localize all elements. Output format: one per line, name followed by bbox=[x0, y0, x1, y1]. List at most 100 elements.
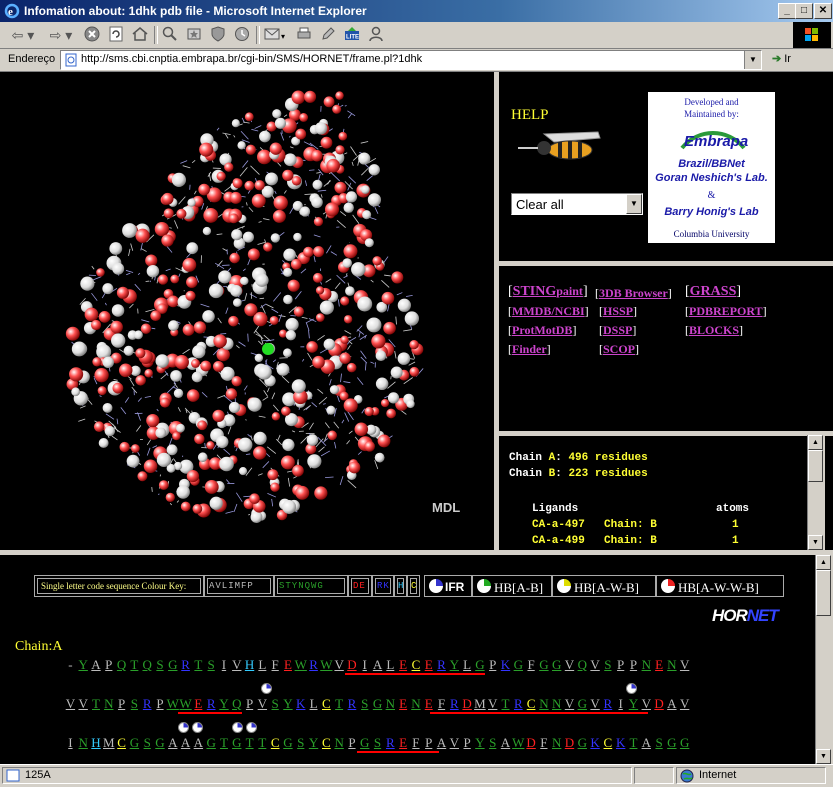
residue[interactable]: P bbox=[102, 657, 115, 673]
history-button[interactable] bbox=[232, 25, 252, 45]
residue[interactable]: Y bbox=[77, 657, 90, 673]
minimize-button[interactable]: _ bbox=[778, 3, 796, 19]
residue[interactable]: T bbox=[333, 696, 346, 712]
residue[interactable]: T bbox=[243, 735, 256, 751]
residue[interactable]: R bbox=[179, 657, 192, 673]
residue[interactable]: A bbox=[90, 657, 103, 673]
residue[interactable]: V bbox=[563, 696, 576, 712]
select-dropdown-button[interactable]: ▼ bbox=[626, 194, 642, 214]
back-button[interactable]: ⇦ ▾ bbox=[6, 25, 40, 45]
residue[interactable]: F bbox=[525, 657, 538, 673]
favorites-button[interactable] bbox=[184, 25, 204, 45]
residue[interactable]: A bbox=[499, 735, 512, 751]
scroll-down-button[interactable]: ▼ bbox=[808, 535, 823, 550]
residue[interactable]: T bbox=[90, 696, 103, 712]
residue[interactable]: L bbox=[256, 657, 269, 673]
blocks-link[interactable]: [BLOCKS] bbox=[685, 323, 743, 338]
finder-link[interactable]: [Finder] bbox=[508, 342, 551, 357]
residue[interactable]: R bbox=[205, 696, 218, 712]
residue[interactable]: S bbox=[653, 735, 666, 751]
residue[interactable]: N bbox=[537, 696, 550, 712]
residue[interactable]: - bbox=[64, 657, 77, 673]
residue[interactable]: G bbox=[230, 735, 243, 751]
home-button[interactable] bbox=[130, 25, 150, 45]
residue[interactable]: V bbox=[64, 696, 77, 712]
residue[interactable]: Y bbox=[282, 696, 295, 712]
residue[interactable]: M bbox=[102, 735, 115, 751]
residue[interactable]: N bbox=[77, 735, 90, 751]
residue[interactable]: D bbox=[525, 735, 538, 751]
residue[interactable]: P bbox=[486, 657, 499, 673]
residue[interactable]: G bbox=[512, 657, 525, 673]
residue[interactable]: A bbox=[435, 735, 448, 751]
hssp-link[interactable]: [HSSP] bbox=[599, 304, 637, 319]
frame-divider-h1[interactable] bbox=[499, 261, 833, 266]
main-scrollbar[interactable]: ▲ ▼ bbox=[815, 555, 833, 764]
residue[interactable]: Y bbox=[218, 696, 231, 712]
residue[interactable]: V bbox=[486, 696, 499, 712]
bee-icon[interactable] bbox=[514, 128, 604, 162]
hb-ab-legend[interactable]: HB[A-B] bbox=[472, 575, 552, 597]
residue[interactable]: C bbox=[320, 696, 333, 712]
residue[interactable]: E bbox=[397, 696, 410, 712]
refresh-button[interactable] bbox=[106, 25, 126, 45]
residue[interactable]: D bbox=[461, 696, 474, 712]
residue[interactable]: C bbox=[601, 735, 614, 751]
residue[interactable]: S bbox=[294, 735, 307, 751]
residue[interactable]: V bbox=[77, 696, 90, 712]
residue[interactable]: P bbox=[422, 735, 435, 751]
residue[interactable]: A bbox=[179, 735, 192, 751]
scroll-thumb[interactable] bbox=[808, 450, 823, 482]
media-button[interactable] bbox=[208, 25, 228, 45]
clear-select[interactable]: Clear all ▼ bbox=[511, 193, 643, 215]
residue[interactable]: E bbox=[653, 657, 666, 673]
search-button[interactable] bbox=[160, 25, 180, 45]
ifr-legend[interactable]: IFR bbox=[424, 575, 472, 597]
edit-button[interactable] bbox=[318, 25, 338, 45]
residue[interactable]: G bbox=[154, 735, 167, 751]
residue[interactable]: C bbox=[410, 657, 423, 673]
residue[interactable]: V bbox=[333, 657, 346, 673]
residue[interactable]: Q bbox=[115, 657, 128, 673]
residue[interactable]: S bbox=[269, 696, 282, 712]
residue[interactable]: G bbox=[665, 735, 678, 751]
residue[interactable]: K bbox=[614, 735, 627, 751]
residue[interactable]: R bbox=[435, 657, 448, 673]
scroll-up-button[interactable]: ▲ bbox=[816, 555, 831, 570]
residue[interactable]: N bbox=[410, 696, 423, 712]
residue[interactable]: N bbox=[333, 735, 346, 751]
residue[interactable]: G bbox=[282, 735, 295, 751]
residue[interactable]: V bbox=[678, 657, 691, 673]
residue[interactable]: G bbox=[205, 735, 218, 751]
residue[interactable]: V bbox=[448, 735, 461, 751]
residue[interactable]: V bbox=[589, 657, 602, 673]
residue[interactable]: C bbox=[115, 735, 128, 751]
residue[interactable]: Q bbox=[576, 657, 589, 673]
address-input[interactable]: http://sms.cbi.cnptia.embrapa.br/cgi-bin… bbox=[60, 50, 762, 70]
address-dropdown-button[interactable]: ▼ bbox=[744, 51, 761, 69]
residue[interactable]: C bbox=[525, 696, 538, 712]
residue[interactable]: N bbox=[102, 696, 115, 712]
residue[interactable]: I bbox=[614, 696, 627, 712]
residue[interactable]: A bbox=[665, 696, 678, 712]
residue[interactable]: A bbox=[166, 735, 179, 751]
residue[interactable]: G bbox=[550, 657, 563, 673]
residue[interactable]: T bbox=[218, 735, 231, 751]
residue[interactable]: I bbox=[358, 657, 371, 673]
dssp-link[interactable]: [DSSP] bbox=[599, 323, 636, 338]
residue[interactable]: I bbox=[218, 657, 231, 673]
pdbreport-link[interactable]: [PDBREPORT] bbox=[685, 304, 767, 319]
residue[interactable]: G bbox=[576, 735, 589, 751]
residue[interactable]: H bbox=[90, 735, 103, 751]
residue[interactable]: T bbox=[256, 735, 269, 751]
residue[interactable]: S bbox=[128, 696, 141, 712]
residue[interactable]: T bbox=[192, 657, 205, 673]
grass-link[interactable]: [GRASS] bbox=[685, 284, 741, 300]
residue[interactable]: G bbox=[576, 696, 589, 712]
help-title[interactable]: HELP bbox=[511, 107, 549, 124]
residue[interactable]: K bbox=[589, 735, 602, 751]
residue[interactable]: S bbox=[141, 735, 154, 751]
residue[interactable]: D bbox=[346, 657, 359, 673]
messenger-button[interactable]: LITE bbox=[342, 25, 362, 45]
residue[interactable]: P bbox=[243, 696, 256, 712]
